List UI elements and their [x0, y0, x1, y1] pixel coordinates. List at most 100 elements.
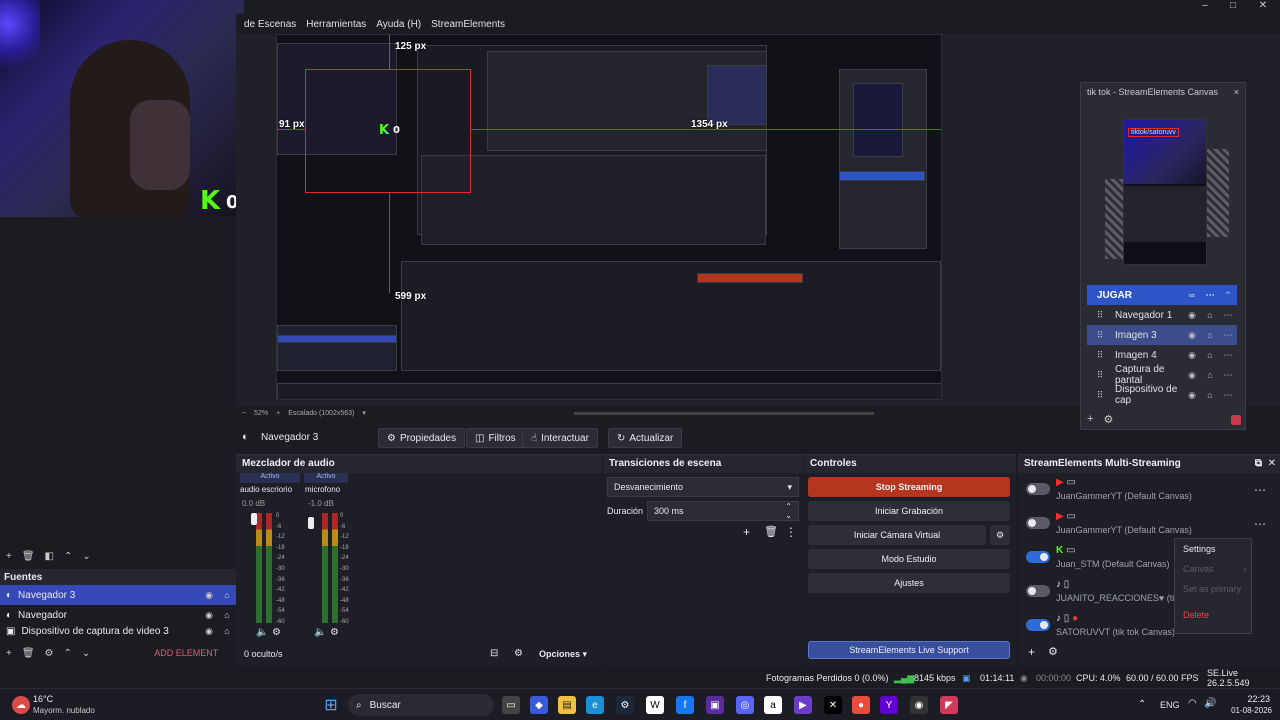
gear-icon[interactable]: ⚙: [514, 648, 523, 659]
chevron-down-icon[interactable]: ⌄: [82, 551, 90, 562]
weather-icon[interactable]: ☁: [12, 696, 30, 714]
record-icon[interactable]: [1231, 415, 1241, 425]
app-red-icon[interactable]: ●: [852, 696, 870, 714]
speaker-icon[interactable]: 🔈: [314, 627, 326, 638]
menu-tools[interactable]: Herramientas: [306, 19, 366, 30]
amazon-icon[interactable]: a: [764, 696, 782, 714]
eye-icon[interactable]: ◉: [200, 610, 218, 621]
trash-icon[interactable]: 🗑: [764, 525, 778, 538]
menu-streamelements[interactable]: StreamElements: [431, 19, 505, 30]
tiktok-scene-item[interactable]: ⠿ Navegador 1 ◉ ⌂ ⋯: [1087, 305, 1237, 325]
gear-icon[interactable]: ⚙: [1103, 413, 1113, 426]
close-window-button[interactable]: ✕: [1250, 0, 1276, 14]
more-icon[interactable]: ⋮: [785, 525, 797, 539]
more-icon[interactable]: ⋯: [1219, 370, 1237, 381]
chevron-up-icon[interactable]: ⌃: [64, 648, 72, 659]
live-support-button[interactable]: StreamElements Live Support: [808, 641, 1010, 659]
source-item[interactable]: ◐ Navegador 3 ◉ ⌂: [0, 585, 236, 605]
more-icon[interactable]: ⋯: [1219, 310, 1237, 321]
minimize-button[interactable]: –: [1192, 0, 1218, 14]
gear-icon[interactable]: ⚙: [330, 627, 339, 638]
eye-icon[interactable]: ◉: [200, 590, 218, 601]
lock-icon[interactable]: ⌂: [218, 610, 236, 620]
lock-icon[interactable]: ⌂: [1201, 330, 1219, 340]
x-icon[interactable]: ✕: [824, 696, 842, 714]
eye-icon[interactable]: ◉: [200, 626, 218, 637]
facebook-icon[interactable]: f: [676, 696, 694, 714]
lock-icon[interactable]: ⌂: [1201, 370, 1219, 380]
stop-streaming-button[interactable]: Stop Streaming: [808, 477, 1010, 497]
lock-icon[interactable]: ⌂: [218, 626, 236, 636]
destination-toggle[interactable]: [1026, 483, 1050, 495]
obs-icon[interactable]: ◉: [910, 696, 928, 714]
destination-toggle[interactable]: [1026, 619, 1050, 631]
more-icon[interactable]: ⋯: [1219, 390, 1237, 401]
gear-icon[interactable]: ⚙: [272, 627, 281, 638]
tiktok-scene-item[interactable]: ⠿ Dispositivo de cap ◉ ⌂ ⋯: [1087, 384, 1237, 406]
undock-icon[interactable]: ⧉: [1255, 458, 1262, 469]
add-icon[interactable]: +: [6, 648, 12, 659]
options-button[interactable]: Opciones ▾: [539, 649, 587, 660]
refresh-button[interactable]: ↻ Actualizar: [608, 428, 683, 448]
settings-button[interactable]: Ajustes: [808, 573, 1010, 593]
duration-input[interactable]: 300 ms ⌃ ⌄: [647, 501, 799, 521]
add-icon[interactable]: +: [1087, 413, 1093, 426]
menu-delete[interactable]: Delete: [1175, 599, 1251, 631]
tiktok-scene-item[interactable]: ⠿ Imagen 4 ◉ ⌂ ⋯: [1087, 345, 1237, 365]
channel-name[interactable]: audio escriorio: [240, 485, 292, 494]
drag-handle-icon[interactable]: ⠿: [1091, 370, 1109, 381]
stepper-icon[interactable]: ⌃ ⌄: [785, 502, 792, 520]
gear-icon[interactable]: ⚙: [45, 648, 54, 659]
eye-icon[interactable]: ◉: [1183, 310, 1201, 321]
drag-handle-icon[interactable]: ⠿: [1091, 390, 1109, 401]
explorer-icon[interactable]: ▤: [558, 696, 576, 714]
close-icon[interactable]: ✕: [1268, 458, 1276, 469]
streamelements-icon[interactable]: ◤: [940, 696, 958, 714]
chevron-up-icon[interactable]: ⌃: [64, 551, 72, 562]
windows-start-icon[interactable]: ⊞: [322, 696, 340, 714]
add-element-button[interactable]: ADD ELEMENT: [154, 648, 218, 658]
destination-toggle[interactable]: [1026, 585, 1050, 597]
eye-icon[interactable]: ◉: [1183, 370, 1201, 381]
close-icon[interactable]: ×: [1234, 87, 1239, 97]
speaker-icon[interactable]: 🔈: [256, 627, 268, 638]
main-preview-canvas[interactable]: K 0 125 px 91 px 1354 px 599 px: [276, 34, 942, 400]
more-icon[interactable]: ⋯: [1219, 330, 1237, 341]
add-icon[interactable]: +: [1028, 645, 1035, 659]
trash-icon[interactable]: 🗑: [22, 551, 35, 562]
preview-scrollbar[interactable]: [573, 411, 874, 415]
edge-icon[interactable]: e: [586, 696, 604, 714]
drag-handle-icon[interactable]: ⠿: [1091, 330, 1109, 341]
discord-icon[interactable]: ◎: [736, 696, 754, 714]
lock-icon[interactable]: ⌂: [1201, 350, 1219, 360]
app-icon[interactable]: ▣: [706, 696, 724, 714]
lock-icon[interactable]: ⌂: [218, 590, 236, 600]
more-icon[interactable]: ⋯: [1201, 290, 1219, 301]
language-indicator[interactable]: ENG: [1160, 700, 1180, 710]
wifi-icon[interactable]: ◠: [1188, 698, 1197, 709]
taskbar-search[interactable]: ⌕ Buscar: [348, 694, 494, 716]
transition-select[interactable]: Desvanecimiento ▾: [607, 477, 799, 497]
zoom-out-button[interactable]: −: [242, 410, 246, 417]
add-icon[interactable]: +: [743, 525, 750, 539]
eye-icon[interactable]: ◉: [1183, 350, 1201, 361]
more-icon[interactable]: ⋯: [1254, 483, 1266, 497]
trash-icon[interactable]: 🗑: [22, 648, 35, 659]
filters-button[interactable]: ◫ Filtros: [466, 428, 525, 448]
drag-handle-icon[interactable]: ⠿: [1091, 350, 1109, 361]
studio-mode-button[interactable]: Modo Estudio: [808, 549, 1010, 569]
tiktok-scene-item[interactable]: ⠿ Captura de pantal ◉ ⌂ ⋯: [1087, 364, 1237, 386]
tiktok-canvas-preview[interactable]: tiktok/satoruvv: [1123, 119, 1207, 265]
chevron-down-icon[interactable]: ⌄: [82, 648, 90, 659]
clock-date[interactable]: 01-08-2026: [1224, 706, 1272, 715]
filter-icon[interactable]: ◧: [45, 551, 54, 562]
virtual-camera-button[interactable]: Iniciar Cámara Virtual: [808, 525, 986, 545]
source-item[interactable]: ◐ Navegador ◉ ⌂: [0, 605, 236, 625]
volume-slider[interactable]: [308, 517, 314, 529]
steam-icon[interactable]: ⚙: [616, 696, 634, 714]
yahoo-icon[interactable]: Y: [880, 696, 898, 714]
volume-icon[interactable]: 🔊: [1204, 698, 1216, 709]
tiktok-scene-header[interactable]: JUGAR ∞ ⋯ ⌃: [1087, 285, 1237, 305]
task-view-icon[interactable]: ▭: [502, 696, 520, 714]
menu-help[interactable]: Ayuda (H): [376, 19, 421, 30]
